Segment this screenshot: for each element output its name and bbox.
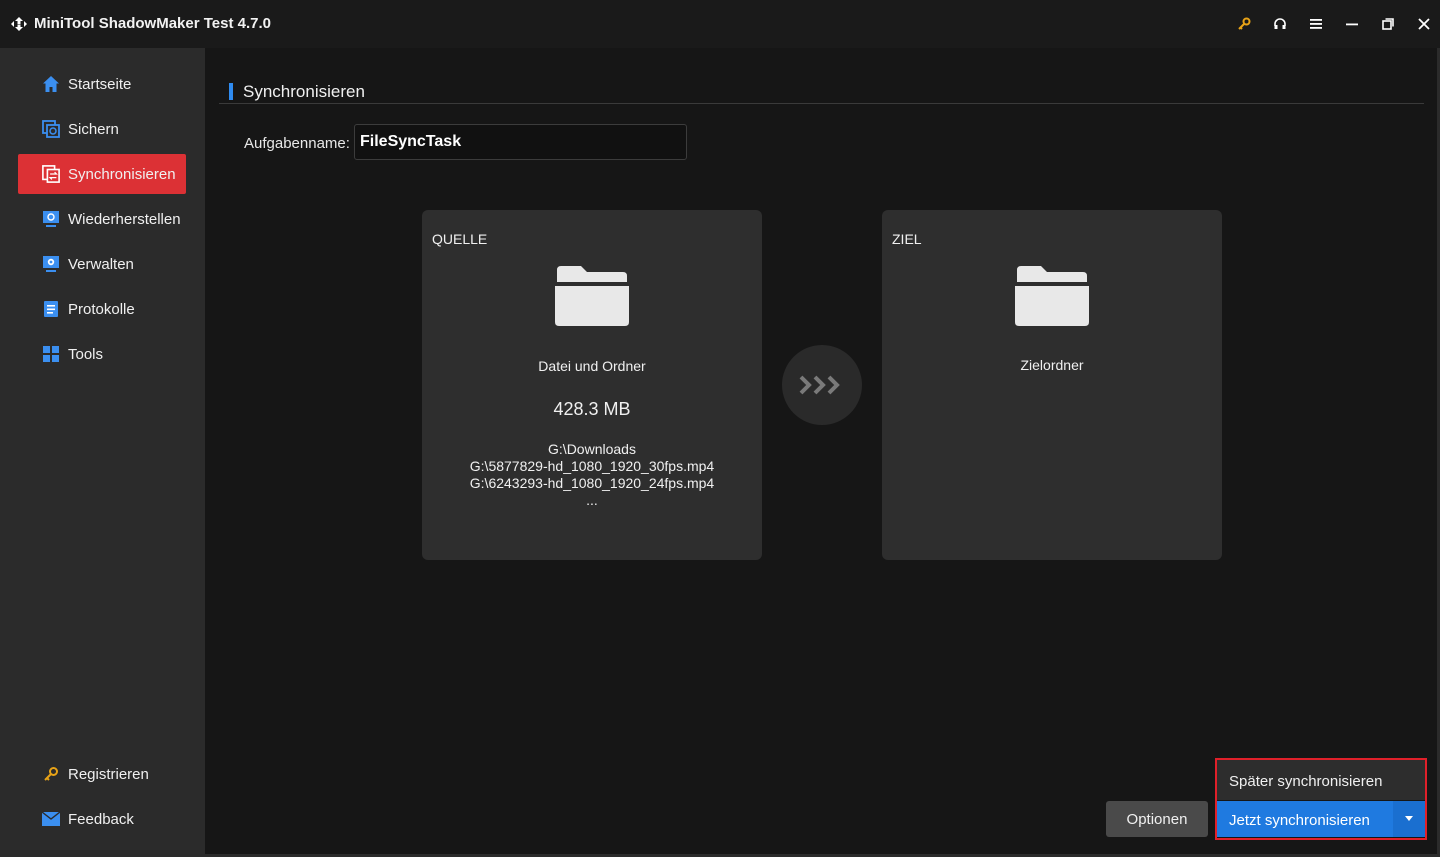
key-icon: [42, 765, 60, 783]
title-bar: MiniTool ShadowMaker Test 4.7.0: [0, 0, 1440, 48]
sidebar-item-feedback[interactable]: Feedback: [18, 799, 186, 839]
page-title: Synchronisieren: [243, 82, 365, 101]
source-path: G:\Downloads: [548, 441, 636, 457]
backup-icon: [42, 120, 60, 138]
source-path-more: ...: [586, 492, 598, 508]
sidebar: Startseite Sichern Synchronisieren Wiede…: [2, 48, 202, 854]
sidebar-item-label: Feedback: [68, 810, 134, 828]
headset-icon[interactable]: [1268, 12, 1292, 36]
source-path: G:\5877829-hd_1080_1920_30fps.mp4: [469, 458, 715, 474]
tools-icon: [42, 345, 60, 363]
sidebar-item-label: Tools: [68, 345, 104, 363]
logs-icon: [42, 300, 60, 318]
sidebar-item-startseite[interactable]: Startseite: [18, 64, 186, 104]
sidebar-item-protokolle[interactable]: Protokolle: [18, 289, 186, 329]
sync-icon: [42, 165, 60, 183]
task-name-input[interactable]: [354, 124, 687, 160]
restore-icon[interactable]: [1376, 12, 1400, 36]
section-title-accent: [229, 83, 233, 100]
source-heading: QUELLE: [432, 231, 488, 247]
app-logo-icon: [11, 17, 27, 31]
destination-card[interactable]: ZIEL Zielordner: [882, 210, 1222, 560]
source-card[interactable]: QUELLE Datei und Ordner 428.3 MB G:\Down…: [422, 210, 762, 560]
sidebar-item-label: Verwalten: [68, 255, 134, 273]
manage-icon: [42, 255, 60, 273]
destination-name: Zielordner: [1020, 357, 1084, 373]
sidebar-item-label: Synchronisieren: [68, 165, 176, 183]
direction-arrow: [782, 345, 862, 425]
source-paths: G:\Downloads G:\5877829-hd_1080_1920_30f…: [422, 441, 762, 509]
sidebar-item-synchronisieren[interactable]: Synchronisieren: [18, 154, 186, 194]
minimize-icon[interactable]: [1340, 12, 1364, 36]
home-icon: [42, 75, 60, 93]
mail-icon: [42, 810, 60, 828]
source-size: 428.3 MB: [553, 399, 631, 419]
highlight-annotation: [1215, 758, 1427, 840]
sidebar-item-registrieren[interactable]: Registrieren: [18, 754, 186, 794]
task-name-label: Aufgabenname:: [244, 135, 350, 152]
key-icon[interactable]: [1232, 12, 1256, 36]
sidebar-item-label: Registrieren: [68, 765, 149, 783]
triple-chevron-icon: [799, 375, 840, 395]
sidebar-item-label: Protokolle: [68, 300, 135, 318]
restore-icon: [42, 210, 60, 228]
divider: [219, 103, 1424, 104]
options-button[interactable]: Optionen: [1106, 801, 1208, 837]
sidebar-item-wiederherstellen[interactable]: Wiederherstellen: [18, 199, 186, 239]
main-panel: Synchronisieren Aufgabenname: QUELLE Dat…: [205, 48, 1437, 854]
sidebar-item-sichern[interactable]: Sichern: [18, 109, 186, 149]
sidebar-item-label: Sichern: [68, 120, 119, 138]
source-path: G:\6243293-hd_1080_1920_24fps.mp4: [469, 475, 715, 491]
close-icon[interactable]: [1412, 12, 1436, 36]
sidebar-item-verwalten[interactable]: Verwalten: [18, 244, 186, 284]
sidebar-item-label: Wiederherstellen: [68, 210, 181, 228]
sidebar-item-tools[interactable]: Tools: [18, 334, 186, 374]
sidebar-item-label: Startseite: [68, 75, 132, 93]
app-title: MiniTool ShadowMaker Test 4.7.0: [34, 15, 271, 32]
source-name: Datei und Ordner: [538, 358, 646, 374]
menu-icon[interactable]: [1304, 12, 1328, 36]
destination-heading: ZIEL: [892, 231, 922, 247]
folder-icon: [555, 266, 629, 326]
folder-icon: [1015, 266, 1089, 326]
